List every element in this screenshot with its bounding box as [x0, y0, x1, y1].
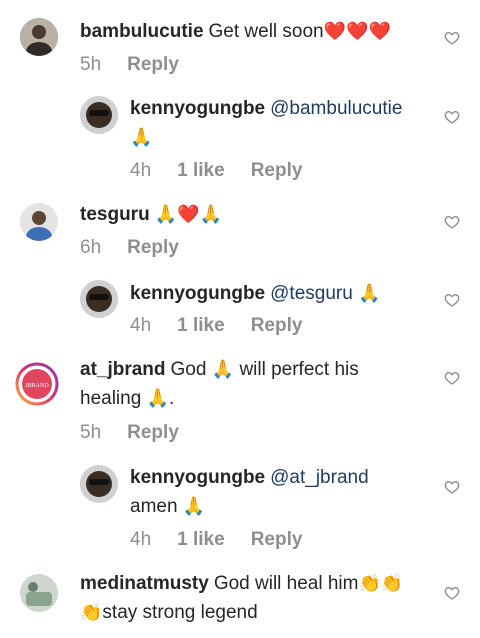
reply-button[interactable]: Reply — [251, 315, 303, 336]
avatar[interactable] — [80, 280, 118, 318]
like-heart-icon[interactable] — [444, 214, 460, 230]
avatar[interactable] — [20, 574, 58, 612]
avatar-image — [80, 96, 118, 134]
avatar-image — [20, 203, 58, 241]
comment-body: amen — [130, 496, 178, 517]
mention-link[interactable]: @tesguru — [270, 283, 353, 304]
likes-count[interactable]: 1 like — [177, 315, 225, 336]
reply-button[interactable]: Reply — [127, 422, 179, 443]
comment-item: tesguru 🙏❤️🙏 6h Reply — [0, 195, 480, 275]
comment-text: at_jbrand God 🙏 will perfect his healing … — [80, 355, 410, 413]
like-heart-icon[interactable] — [444, 370, 460, 386]
comment-body: stay strong legend — [102, 602, 258, 623]
avatar[interactable] — [80, 96, 118, 134]
username[interactable]: tesguru — [80, 204, 150, 225]
comment-body: God — [170, 359, 207, 380]
avatar[interactable] — [80, 465, 118, 503]
comment-item: bambulucutie Get well soon❤️❤️❤️ 5h Reply — [0, 0, 480, 90]
like-heart-icon[interactable] — [444, 292, 460, 308]
comment-text: tesguru 🙏❤️🙏 — [80, 200, 430, 229]
comment-meta: 4h 1 like Reply — [130, 528, 328, 552]
reply-button[interactable]: Reply — [127, 54, 179, 75]
avatar-image — [80, 280, 118, 318]
comment-text: kennyogungbe @at_jbrand amen 🙏 — [130, 463, 420, 521]
comment-meta: 4h 1 like Reply — [130, 314, 328, 338]
username[interactable]: bambulucutie — [80, 21, 204, 42]
timestamp: 5h — [80, 422, 102, 443]
avatar-image — [20, 18, 58, 56]
avatar[interactable]: JBRAND — [15, 362, 59, 406]
comment-text: bambulucutie Get well soon❤️❤️❤️ — [80, 17, 430, 46]
username[interactable]: kennyogungbe — [130, 283, 265, 304]
username[interactable]: at_jbrand — [80, 359, 166, 380]
username[interactable]: kennyogungbe — [130, 98, 265, 119]
comment-text: kennyogungbe @bambulucutie 🙏 — [130, 94, 420, 152]
praying-hands-emoji-icon: 🙏 — [146, 388, 169, 408]
reply-item: kennyogungbe @at_jbrand amen 🙏 4h 1 like Re… — [0, 460, 480, 565]
praying-hands-emoji-icon: 🙏 — [211, 359, 235, 379]
comment-body: God will heal him — [213, 573, 359, 594]
reply-button[interactable]: Reply — [127, 237, 179, 258]
comment-meta: 4h 1 like Reply — [130, 159, 328, 183]
avatar[interactable] — [20, 18, 58, 56]
reply-button[interactable]: Reply — [251, 529, 303, 550]
comment-meta: 5h Reply — [80, 421, 205, 445]
brand-logo-avatar: JBRAND — [15, 362, 59, 406]
heart-emoji-icon: ❤️❤️❤️ — [323, 21, 391, 41]
comment-text: medinatmusty God will heal him👏👏👏stay str… — [80, 569, 410, 627]
comment-body: . — [168, 388, 175, 409]
reply-item: kennyogungbe @tesguru 🙏 4h 1 like Reply — [0, 275, 480, 350]
comment-item: JBRAND at_jbrand God 🙏 will perfect his h… — [0, 350, 480, 460]
mention-link[interactable]: @bambulucutie — [270, 98, 402, 119]
avatar[interactable] — [20, 203, 58, 241]
avatar-image — [20, 574, 58, 612]
timestamp: 6h — [80, 237, 102, 258]
timestamp: 4h — [130, 529, 152, 550]
username[interactable]: kennyogungbe — [130, 467, 265, 488]
likes-count[interactable]: 1 like — [177, 160, 225, 181]
comment-body: Get well soon — [208, 21, 324, 42]
like-heart-icon[interactable] — [444, 30, 460, 46]
like-heart-icon[interactable] — [444, 479, 460, 495]
svg-text:JBRAND: JBRAND — [25, 383, 49, 389]
reply-button[interactable]: Reply — [251, 160, 303, 181]
praying-hands-emoji-icon: 🙏 — [358, 283, 381, 303]
comment-item: medinatmusty God will heal him👏👏👏stay str… — [0, 565, 480, 638]
avatar-image — [80, 465, 118, 503]
comment-text: kennyogungbe @tesguru 🙏 — [130, 279, 430, 308]
timestamp: 4h — [130, 315, 152, 336]
praying-hands-emoji-icon: 🙏 — [130, 127, 153, 147]
timestamp: 5h — [80, 54, 102, 75]
emoji-sequence-icon: 🙏❤️🙏 — [154, 204, 222, 224]
username[interactable]: medinatmusty — [80, 573, 209, 594]
comment-meta: 5h Reply — [80, 53, 205, 77]
like-heart-icon[interactable] — [444, 585, 460, 601]
praying-hands-emoji-icon: 🙏 — [182, 496, 206, 516]
reply-item: kennyogungbe @bambulucutie 🙏 4h 1 like Repl… — [0, 90, 480, 195]
comment-meta: 6h Reply — [80, 236, 205, 260]
mention-link[interactable]: @at_jbrand — [270, 467, 369, 488]
likes-count[interactable]: 1 like — [177, 529, 225, 550]
like-heart-icon[interactable] — [444, 109, 460, 125]
timestamp: 4h — [130, 160, 152, 181]
